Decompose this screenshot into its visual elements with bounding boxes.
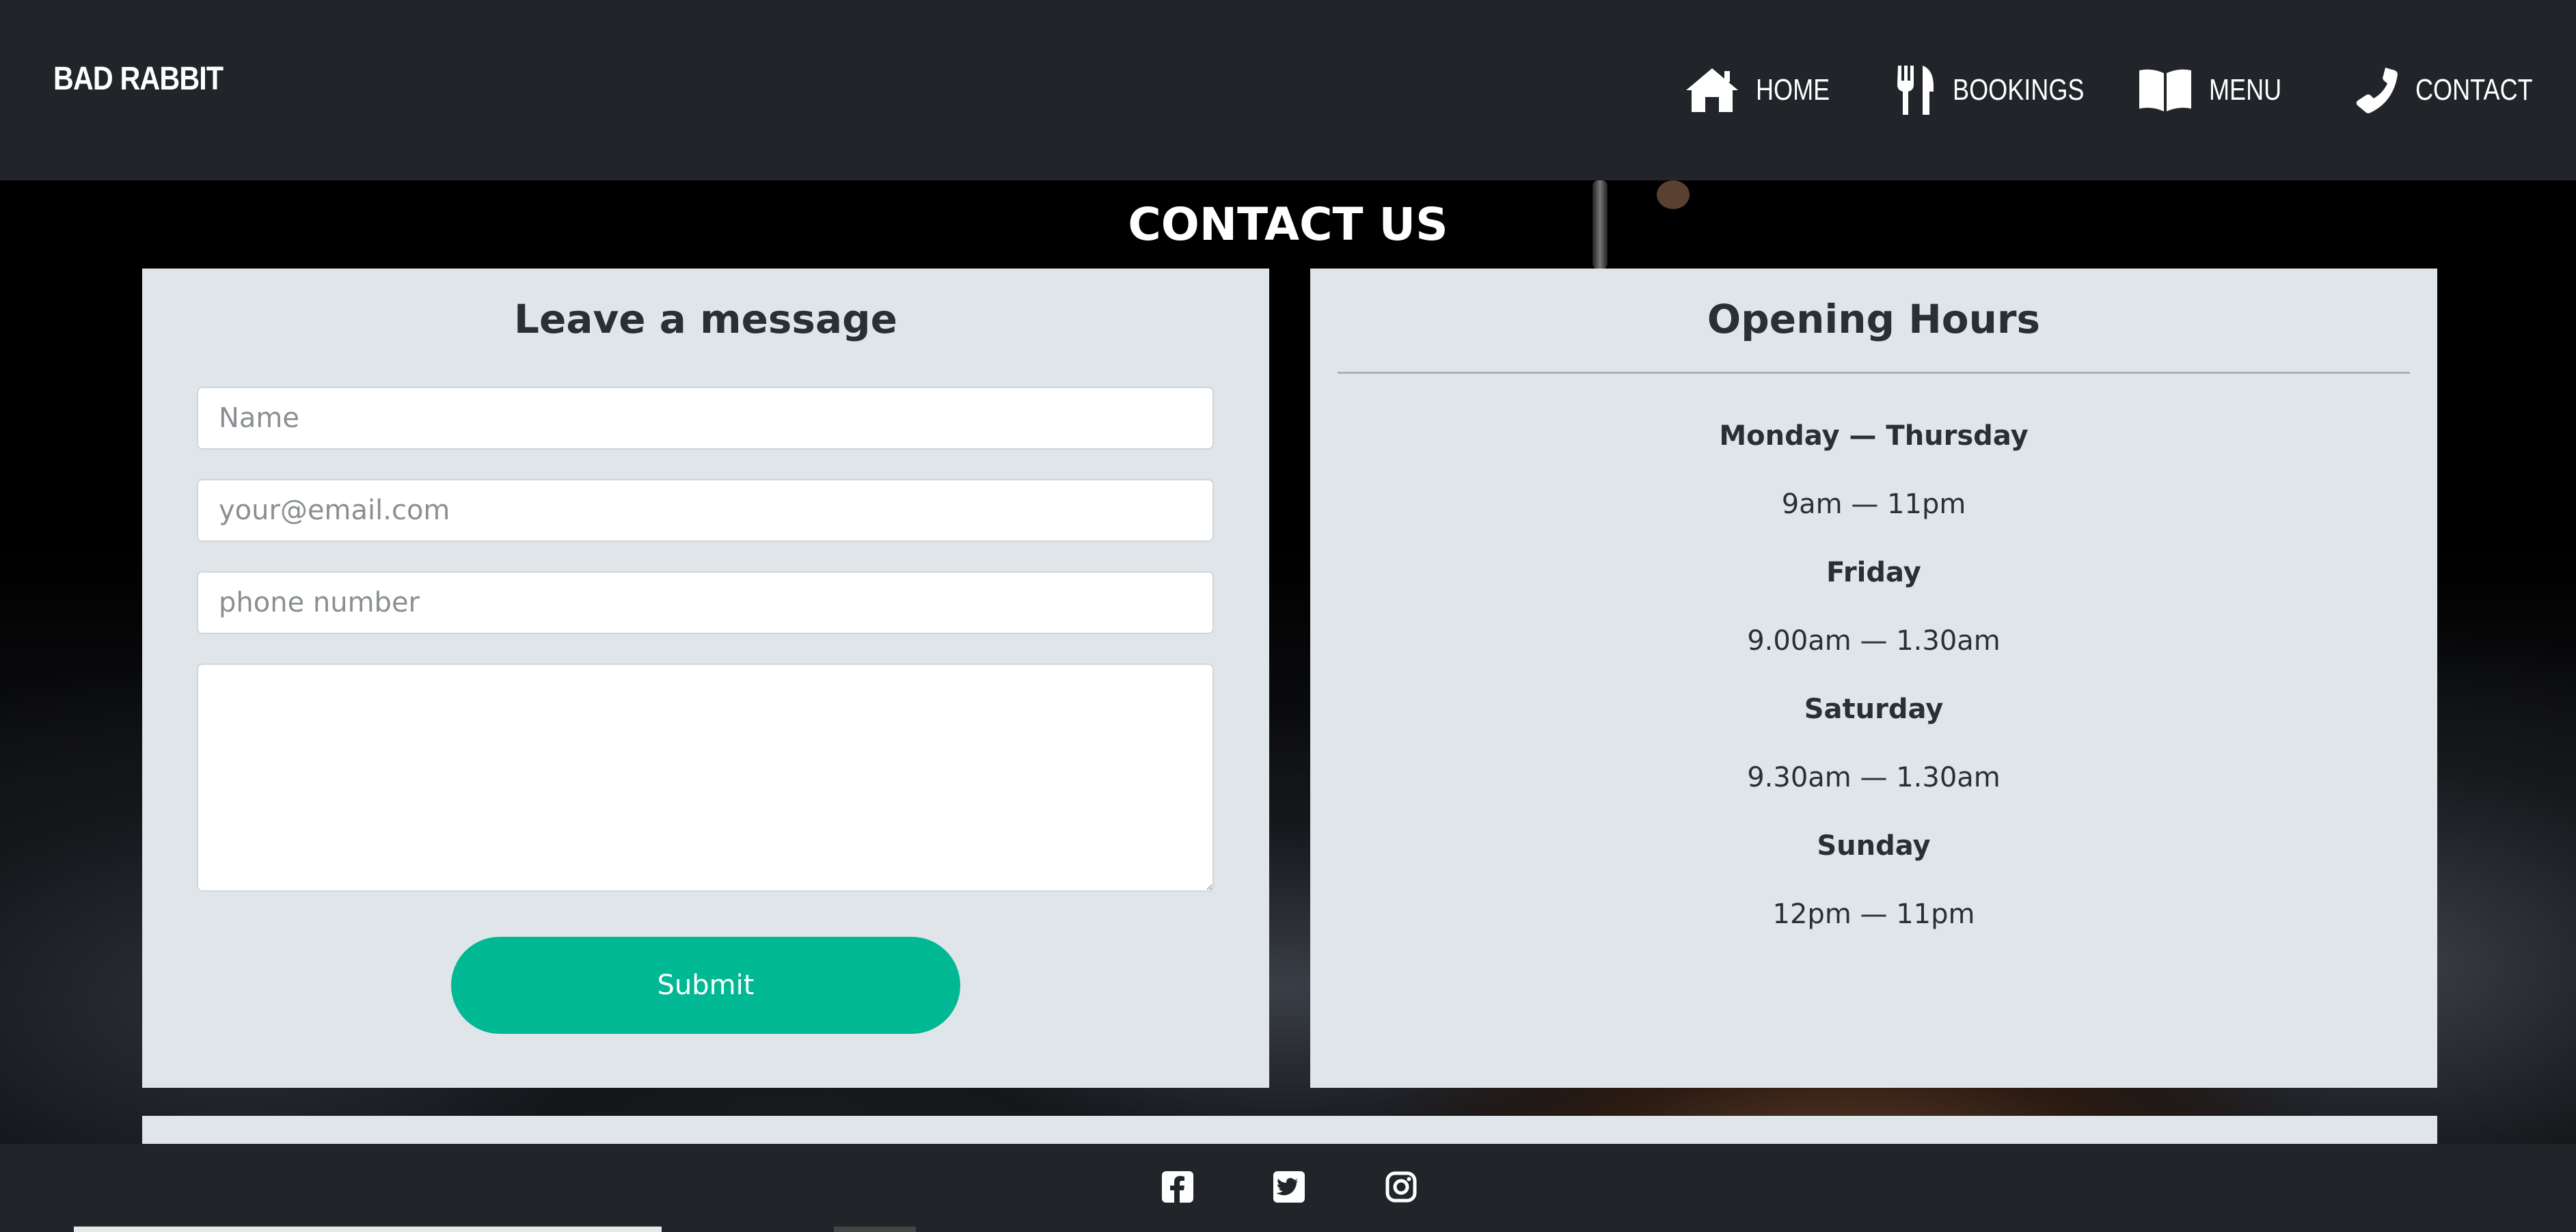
hours-day: Monday — Thursday (1719, 420, 2029, 452)
nav-menu-label: MENU (2209, 73, 2282, 107)
form-heading: Leave a message (514, 296, 897, 342)
hours-heading: Opening Hours (1707, 296, 2041, 342)
hours-time: 9.00am — 1.30am (1747, 625, 2001, 657)
nav-bookings[interactable]: BOOKINGS (1895, 63, 2113, 118)
hours-list: Monday — Thursday 9am — 11pm Friday 9.00… (1310, 402, 2437, 948)
hours-time: 12pm — 11pm (1772, 899, 1975, 930)
opening-hours-card: Opening Hours Monday — Thursday 9am — 11… (1310, 269, 2437, 1088)
email-input[interactable] (197, 479, 1214, 542)
hours-day: Sunday (1817, 830, 1931, 862)
book-open-icon (2139, 69, 2191, 111)
facebook-icon (1162, 1171, 1193, 1203)
brand-logo[interactable]: BAD RABBIT (53, 60, 223, 98)
phone-input[interactable] (197, 571, 1214, 634)
name-input[interactable] (197, 387, 1214, 450)
hours-divider (1338, 372, 2410, 374)
footer-scroll-bar (74, 1227, 662, 1232)
hours-time: 9am — 11pm (1781, 489, 1966, 520)
navbar: BAD RABBIT HOME BOOKINGS MENU CONTACT (0, 0, 2576, 180)
nav-contact-label: CONTACT (2415, 73, 2533, 107)
hours-time: 9.30am — 1.30am (1747, 762, 2001, 793)
nav-home-label: HOME (1756, 73, 1830, 107)
submit-button[interactable]: Submit (451, 937, 960, 1034)
footer-scroll-marker (834, 1227, 916, 1232)
nav-contact[interactable]: CONTACT (2351, 63, 2558, 118)
nav-home[interactable]: HOME (1685, 63, 1846, 118)
nav-bookings-label: BOOKINGS (1953, 73, 2085, 107)
home-icon (1686, 68, 1738, 112)
message-textarea[interactable] (197, 663, 1214, 892)
phone-icon (2356, 68, 2398, 113)
footer (0, 1144, 2576, 1232)
utensils-icon (1897, 66, 1934, 115)
hours-day: Saturday (1804, 694, 1944, 725)
instagram-icon (1385, 1171, 1417, 1203)
twitter-link[interactable] (1273, 1171, 1305, 1203)
nav-menu[interactable]: MENU (2138, 63, 2298, 118)
message-form-card: Leave a message Submit (142, 269, 1269, 1088)
twitter-icon (1273, 1171, 1305, 1203)
instagram-link[interactable] (1385, 1171, 1417, 1203)
next-section-strip (142, 1116, 2437, 1144)
hours-day: Friday (1826, 557, 1921, 588)
facebook-link[interactable] (1162, 1171, 1193, 1203)
page-title: CONTACT US (1128, 198, 1448, 251)
